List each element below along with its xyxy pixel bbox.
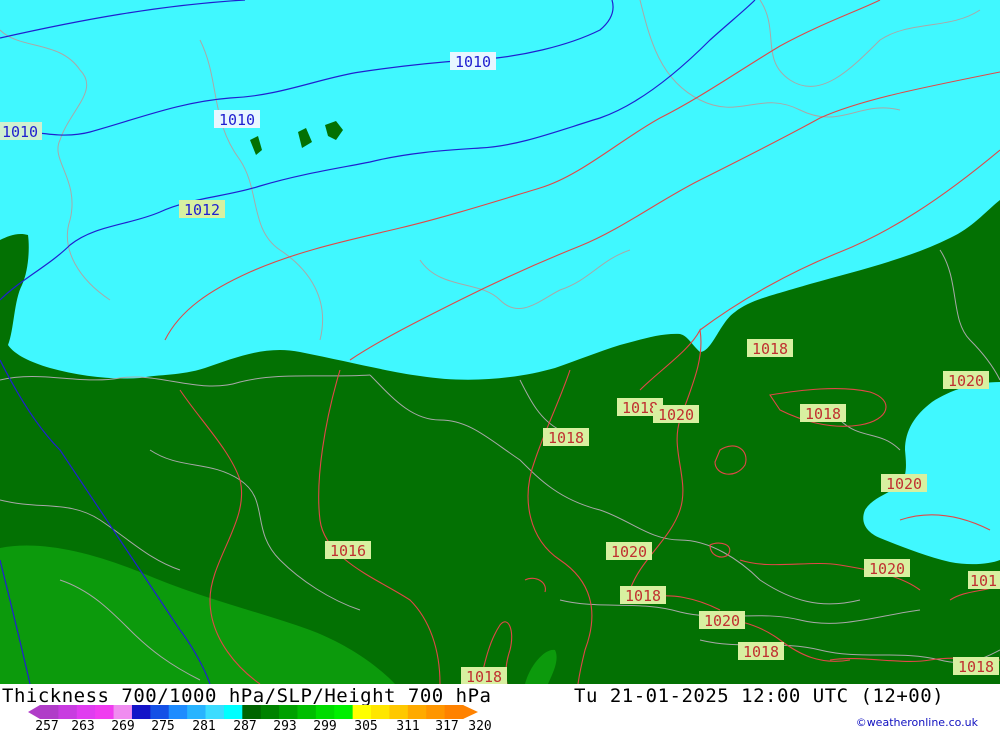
legend-swatch [76,705,96,719]
legend-swatch [40,705,59,719]
legend-arrow-left [28,705,40,719]
legend-tick-label: 317 [435,719,459,734]
legend-tick-label: 269 [111,719,135,734]
label-1020-a: 1020 [943,371,989,390]
svg-text:1010: 1010 [219,111,255,129]
label-1020-d: 1020 [606,542,652,561]
label-1010-b: 1010 [214,110,260,129]
svg-text:1020: 1020 [704,612,740,630]
label-1010-a: 1010 [450,52,496,71]
legend-swatch [150,705,170,719]
legend-swatch [205,705,225,719]
svg-text:1020: 1020 [886,475,922,493]
weather-map-view: 1010 1010 1010 1012 1016 1018 1018 1018 … [0,0,1000,734]
svg-text:1016: 1016 [330,542,366,560]
svg-text:1018: 1018 [752,340,788,358]
svg-text:101: 101 [970,572,997,590]
map-title: Thickness 700/1000 hPa/SLP/Height 700 hP… [2,685,492,707]
label-1018-f: 1018 [738,642,784,661]
legend-tick-label: 281 [192,719,216,734]
svg-text:1018: 1018 [625,587,661,605]
label-1020-b: 1020 [653,405,699,424]
legend-swatch [426,705,446,719]
label-1018-c: 1018 [800,404,846,423]
legend-swatch [223,705,243,719]
map-footer: Thickness 700/1000 hPa/SLP/Height 700 hP… [0,684,1000,734]
legend-swatch [168,705,188,719]
legend-swatch [131,705,151,719]
legend-swatch [407,705,427,719]
legend-tick-label: 320 [468,719,492,734]
label-1020-e: 1020 [864,559,910,578]
svg-text:1020: 1020 [658,406,694,424]
legend-tick-label: 275 [151,719,175,734]
legend-swatch [279,705,298,719]
svg-text:1010: 1010 [2,123,38,141]
svg-text:1018: 1018 [958,658,994,676]
label-1018-d: 1018 [543,428,589,447]
label-1020-f: 1020 [699,611,745,630]
legend-tick-label: 311 [396,719,420,734]
legend-tick-label: 299 [313,719,337,734]
legend-swatch [352,705,372,719]
legend-swatch [334,705,354,719]
svg-text:1012: 1012 [184,201,220,219]
legend-swatch [242,705,262,719]
legend-swatch [315,705,335,719]
label-1010-c: 1010 [0,122,42,141]
map-valid-time: Tu 21-01-2025 12:00 UTC (12+00) [574,685,945,707]
label-1018-a: 1018 [747,339,793,358]
legend-swatch [95,705,115,719]
thickness-map: 1010 1010 1010 1012 1016 1018 1018 1018 … [0,0,1000,684]
svg-text:1018: 1018 [622,399,658,417]
label-101: 101 [968,571,1000,590]
label-1012: 1012 [179,200,225,219]
legend-swatch [371,705,390,719]
svg-text:1018: 1018 [743,643,779,661]
credit-link[interactable]: ©weatheronline.co.uk [856,716,978,729]
svg-text:1020: 1020 [869,560,905,578]
legend-swatch [187,705,207,719]
legend-swatch [260,705,280,719]
label-1018-g: 1018 [461,667,507,684]
svg-text:1018: 1018 [548,429,584,447]
label-1018-h: 1018 [953,657,999,676]
legend-tick-label: 305 [354,719,378,734]
label-1018-e: 1018 [620,586,666,605]
svg-text:1020: 1020 [948,372,984,390]
label-1016: 1016 [325,541,371,560]
label-1020-c: 1020 [881,474,927,493]
svg-text:1020: 1020 [611,543,647,561]
legend-tick-label: 293 [273,719,297,734]
legend-swatch [297,705,317,719]
legend-tick-label: 287 [233,719,257,734]
legend-swatch [113,705,133,719]
legend-tick-label: 257 [35,719,59,734]
svg-text:1018: 1018 [805,405,841,423]
legend-swatch [389,705,409,719]
svg-text:1018: 1018 [466,668,502,684]
svg-text:1010: 1010 [455,53,491,71]
legend-tick-label: 263 [71,719,95,734]
legend-arrow-right [463,705,478,719]
legend-swatch [444,705,464,719]
color-legend [28,705,478,719]
legend-swatch [58,705,78,719]
